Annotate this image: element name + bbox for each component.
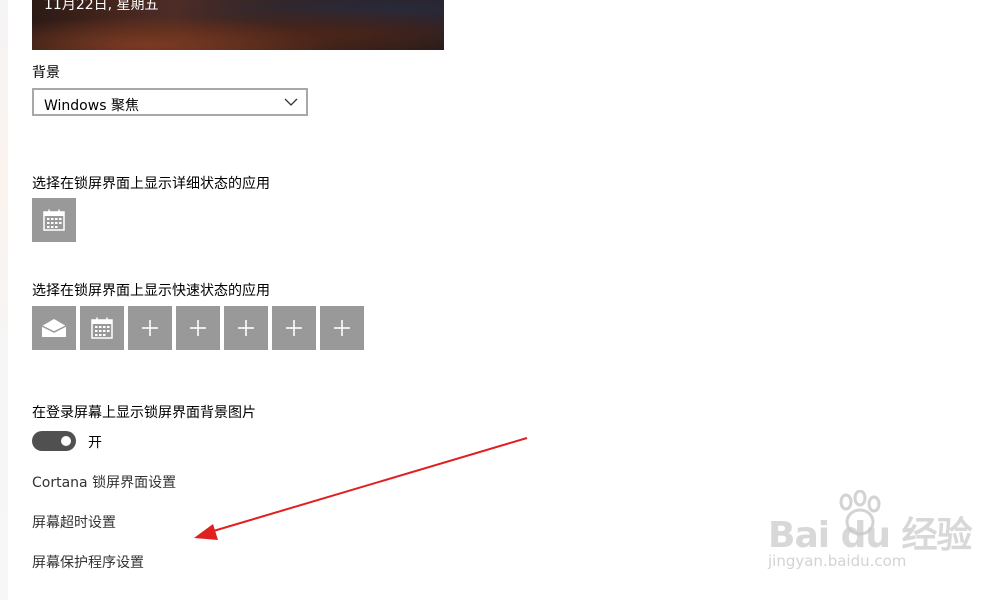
login-background-toggle[interactable] — [32, 431, 76, 451]
detailed-status-label: 选择在锁屏界面上显示详细状态的应用 — [32, 176, 270, 192]
chevron-down-icon — [284, 98, 298, 106]
quick-status-app-mail[interactable] — [32, 306, 76, 350]
left-edge-strip — [0, 0, 8, 600]
screen-timeout-settings-link[interactable]: 屏幕超时设置 — [32, 512, 116, 532]
background-dropdown[interactable]: Windows 聚焦 — [32, 88, 308, 116]
calendar-icon — [91, 317, 113, 339]
background-dropdown-value: Windows 聚焦 — [44, 98, 139, 114]
watermark-main-text: Bai du 经验 — [768, 515, 973, 556]
quick-status-add-slot-3[interactable] — [224, 306, 268, 350]
quick-status-label: 选择在锁屏界面上显示快速状态的应用 — [32, 283, 270, 299]
plus-icon — [334, 320, 350, 336]
lock-screen-preview: 11月22日, 星期五 — [32, 0, 444, 50]
login-background-toggle-state: 开 — [88, 435, 102, 451]
preview-date: 11月22日, 星期五 — [44, 0, 159, 13]
plus-icon — [142, 320, 158, 336]
quick-status-add-slot-4[interactable] — [272, 306, 316, 350]
plus-icon — [286, 320, 302, 336]
mail-icon — [41, 319, 67, 337]
plus-icon — [238, 320, 254, 336]
detailed-status-app-calendar[interactable] — [32, 198, 76, 242]
quick-status-add-slot-1[interactable] — [128, 306, 172, 350]
baidu-jingyan-watermark: Bai du 经验 jingyan.baidu.com — [768, 490, 973, 580]
login-background-label: 在登录屏幕上显示锁屏界面背景图片 — [32, 405, 256, 421]
background-label: 背景 — [32, 65, 60, 81]
calendar-icon — [43, 209, 65, 231]
cortana-lock-screen-settings-link[interactable]: Cortana 锁屏界面设置 — [32, 472, 176, 492]
screen-saver-settings-link[interactable]: 屏幕保护程序设置 — [32, 552, 144, 572]
quick-status-app-calendar[interactable] — [80, 306, 124, 350]
toggle-knob — [61, 436, 71, 446]
quick-status-add-slot-2[interactable] — [176, 306, 220, 350]
watermark-url: jingyan.baidu.com — [768, 552, 907, 570]
plus-icon — [190, 320, 206, 336]
quick-status-add-slot-5[interactable] — [320, 306, 364, 350]
